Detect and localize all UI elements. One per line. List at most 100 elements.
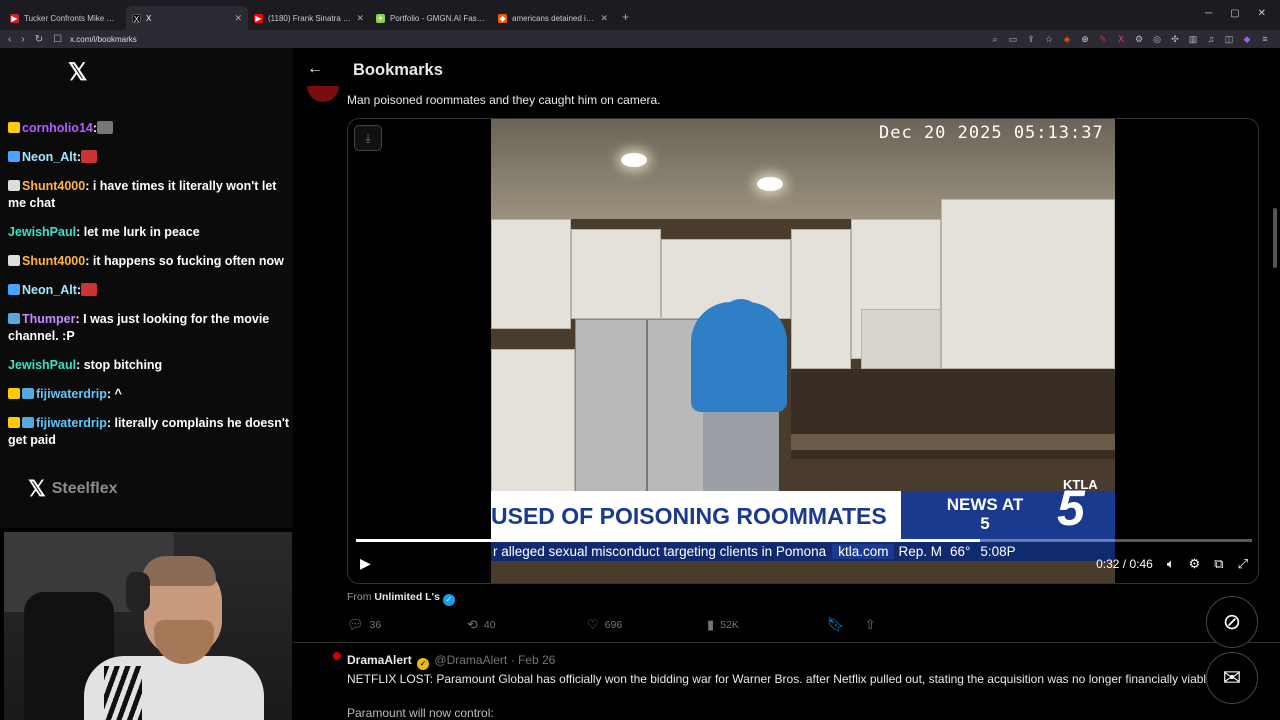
- minimize-icon[interactable]: ─: [1205, 8, 1212, 19]
- tweet-actions: 💬︎ 36 ⟲ 40 ♡ 696 ▮ 52K 🔖︎ ⇧: [347, 616, 876, 633]
- views-icon: ▮: [707, 616, 715, 632]
- chat-message: Shunt4000: it happens so fucking often n…: [8, 253, 290, 270]
- gmgn-icon: ✦: [376, 13, 385, 23]
- browser-tab[interactable]: ◆ americans detained in iran - Brave Se ✕: [492, 6, 614, 30]
- chat-username: Neon_Alt: [22, 150, 77, 164]
- zoom-icon[interactable]: ⌕: [990, 34, 1000, 45]
- extension-icon[interactable]: ◎: [1152, 34, 1162, 45]
- like-button[interactable]: ♡ 696: [587, 617, 647, 633]
- browser-tab[interactable]: ✦ Portfolio - GMGN.AI Fast Trade, Fast: [370, 6, 492, 30]
- video-time: 0:32 / 0:46: [1096, 557, 1153, 571]
- back-icon[interactable]: ‹: [8, 34, 11, 45]
- reply-icon: 💬︎: [347, 616, 364, 632]
- extensions-puzzle-icon[interactable]: ✣: [1170, 34, 1180, 45]
- url-field[interactable]: x.com/i/bookmarks: [70, 35, 137, 44]
- close-tab-icon[interactable]: ✕: [356, 13, 364, 24]
- volume-icon[interactable]: 🔈︎: [1167, 556, 1175, 572]
- extension-icon[interactable]: X: [1116, 34, 1126, 45]
- settings-gear-icon[interactable]: ⚙: [1189, 556, 1201, 572]
- headset: [126, 572, 150, 612]
- chat-emote-icon: [81, 150, 98, 163]
- window-controls: ─ ▢ ✕: [1205, 8, 1280, 19]
- tab-label: Portfolio - GMGN.AI Fast Trade, Fast: [390, 13, 486, 23]
- download-icon[interactable]: ⤓: [354, 125, 382, 151]
- music-icon[interactable]: ♫: [1206, 34, 1216, 45]
- close-tab-icon[interactable]: ✕: [600, 13, 608, 24]
- chat-text: : ^: [106, 387, 122, 401]
- reload-icon[interactable]: ↻: [35, 34, 43, 45]
- star-icon[interactable]: ☆: [1044, 34, 1054, 45]
- author-name[interactable]: DramaAlert: [347, 653, 412, 667]
- chat-messages: cornholio14: Neon_Alt: Shunt4000: i have t…: [8, 120, 290, 461]
- view-count: 52K: [720, 618, 739, 631]
- video-frame[interactable]: Dec 20 2025 05:13:37 USED OF POISONING R…: [491, 119, 1115, 583]
- extension-icon[interactable]: ⚙: [1134, 34, 1144, 45]
- tweet-text: Man poisoned roommates and they caught h…: [347, 93, 661, 107]
- streamer-tag: 𝕏 Steelflex: [28, 476, 118, 502]
- headline-text: USED OF POISONING ROOMMATES: [491, 503, 887, 529]
- share-icon[interactable]: ⇧: [865, 617, 876, 633]
- repost-button[interactable]: ⟲ 40: [467, 617, 527, 633]
- chat-username: JewishPaul: [8, 358, 77, 372]
- views-button[interactable]: ▮ 52K: [707, 617, 767, 633]
- maximize-icon[interactable]: ▢: [1230, 8, 1239, 19]
- brave-shield-icon[interactable]: ◈: [1062, 34, 1072, 45]
- bookmark-icon[interactable]: 🔖︎: [827, 616, 845, 633]
- menu-icon[interactable]: ≡: [1260, 34, 1270, 45]
- x-logo-icon: X: [132, 13, 141, 24]
- avatar[interactable]: [333, 652, 341, 660]
- youtube-icon: ▶: [10, 13, 19, 23]
- browser-tab[interactable]: ▶ (1180) Frank Sinatra - Summer Wind ✕: [248, 6, 370, 30]
- sidebar-icon[interactable]: ▥: [1188, 34, 1198, 45]
- screen-icon[interactable]: ▭: [1008, 34, 1018, 45]
- tweet-header: DramaAlert ✓ @DramaAlert · Feb 26: [347, 653, 555, 670]
- close-tab-icon[interactable]: ✕: [234, 13, 242, 24]
- forward-icon[interactable]: ›: [21, 34, 24, 45]
- chat-text: : it happens so fucking often now: [85, 254, 284, 268]
- chat-message: Shunt4000: i have times it literally won…: [8, 178, 290, 212]
- new-tab-icon[interactable]: +: [614, 10, 637, 30]
- sidebar-toggle-icon[interactable]: ◫: [1224, 34, 1234, 45]
- source-user-link[interactable]: Unlimited L's: [374, 591, 440, 603]
- like-count: 696: [604, 618, 623, 631]
- ticker-text: r alleged sexual misconduct targeting cl…: [493, 543, 827, 559]
- chat-message: Neon_Alt:: [8, 149, 290, 166]
- avatar[interactable]: [307, 86, 339, 102]
- browser-tab[interactable]: ▶ Tucker Confronts Mike Huckabee on: [4, 6, 126, 30]
- brave-search-icon: ◆: [498, 13, 507, 23]
- reply-button[interactable]: 💬︎ 36: [347, 616, 381, 633]
- ticker-clock: 5:08P: [980, 543, 1016, 559]
- chat-text: : let me lurk in peace: [76, 225, 200, 239]
- wallet-icon[interactable]: ◆: [1242, 34, 1252, 45]
- stream-chat-panel: 𝕏 cornholio14: Neon_Alt: Shunt4000: i have…: [0, 48, 293, 528]
- chat-badge-icon: [8, 151, 20, 162]
- share-page-icon[interactable]: ⇪: [1026, 34, 1036, 45]
- chat-username: JewishPaul: [8, 225, 77, 239]
- tweet-date[interactable]: · Feb 26: [511, 653, 556, 667]
- chat-emote-icon: [97, 121, 114, 134]
- repost-count: 40: [483, 618, 496, 631]
- video-progress-bar[interactable]: [356, 539, 1252, 542]
- chat-username: fijiwaterdrip: [36, 387, 107, 401]
- bookmark-page-icon[interactable]: ☐: [53, 34, 62, 45]
- chat-badge-icon: [8, 313, 20, 324]
- chat-message: JewishPaul: stop bitching: [8, 357, 290, 374]
- browser-tab-bar: ▶ Tucker Confronts Mike Huckabee on XX ✕ ▶…: [0, 0, 1280, 30]
- scrollbar[interactable]: [1273, 208, 1277, 268]
- extension-icon[interactable]: ⊕: [1080, 34, 1090, 45]
- play-icon[interactable]: ▶: [360, 555, 371, 572]
- streamer-name: Steelflex: [51, 480, 118, 497]
- author-handle[interactable]: @DramaAlert: [434, 653, 507, 667]
- fullscreen-icon[interactable]: ⤢: [1238, 556, 1248, 572]
- pip-icon[interactable]: ⧉: [1214, 556, 1223, 572]
- back-arrow-icon[interactable]: ←: [307, 60, 323, 78]
- browser-tab-active[interactable]: X X ✕: [126, 6, 248, 30]
- extension-icon[interactable]: ✎: [1098, 34, 1108, 45]
- chat-badge-icon: [8, 284, 20, 295]
- video-player[interactable]: ⤓ Dec 20 2025 05:13:37 USED OF POISONING…: [347, 118, 1259, 584]
- chat-username: Neon_Alt: [22, 283, 77, 297]
- messages-icon[interactable]: ✉: [1206, 652, 1258, 704]
- chat-emote-icon: [81, 283, 98, 296]
- grok-icon[interactable]: ⊘: [1206, 596, 1258, 648]
- close-window-icon[interactable]: ✕: [1258, 8, 1266, 19]
